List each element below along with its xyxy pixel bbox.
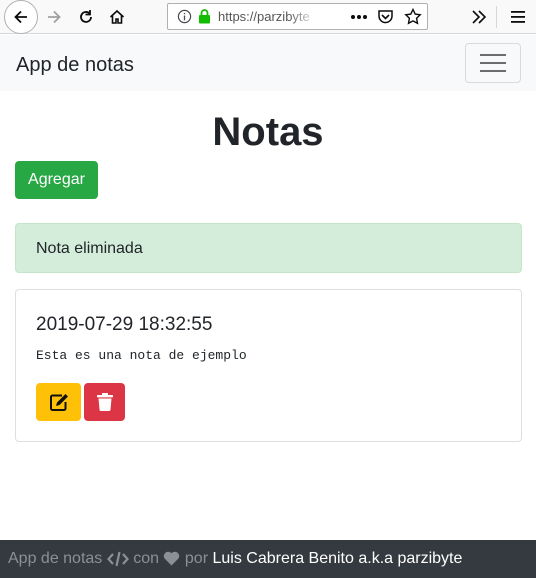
page-title: Notas — [212, 110, 324, 154]
menu-icon — [511, 11, 525, 23]
more-icon[interactable] — [350, 12, 368, 22]
code-icon — [106, 551, 129, 566]
delete-note-button[interactable] — [84, 383, 125, 421]
forward-button[interactable] — [38, 1, 70, 33]
footer-app-name: App de notas — [8, 550, 103, 567]
alert-success: Nota eliminada — [15, 223, 522, 273]
toolbar-divider — [496, 6, 497, 28]
reload-icon — [80, 10, 92, 23]
edit-icon — [49, 394, 68, 411]
navbar-brand[interactable]: App de notas — [16, 54, 134, 77]
browser-toolbar: https://parzibyte — [0, 0, 536, 34]
footer-por: por — [184, 550, 209, 567]
pocket-icon[interactable] — [377, 9, 394, 25]
edit-note-button[interactable] — [36, 383, 81, 421]
bookmark-star-icon[interactable] — [404, 8, 422, 26]
hamburger-icon — [480, 54, 506, 72]
forward-icon — [48, 10, 61, 24]
back-icon — [14, 10, 27, 24]
footer: App de notas con por Luis Cabrera Benito… — [0, 540, 536, 578]
add-note-button[interactable]: Agregar — [15, 161, 98, 199]
info-icon[interactable] — [177, 9, 192, 24]
footer-author-link[interactable]: Luis Cabrera Benito a.k.a parzibyte — [212, 550, 462, 567]
note-body: Esta es una nota de ejemplo — [36, 348, 247, 363]
lock-icon[interactable] — [198, 9, 211, 24]
overflow-icon — [472, 10, 487, 24]
reload-button[interactable] — [70, 1, 102, 33]
note-date: 2019-07-29 18:32:55 — [36, 314, 213, 335]
home-icon — [109, 9, 125, 24]
navbar: App de notas — [0, 35, 536, 91]
back-button[interactable] — [4, 0, 38, 34]
home-button[interactable] — [101, 1, 133, 33]
url-fade — [288, 6, 318, 28]
overflow-button[interactable] — [463, 1, 495, 33]
trash-icon — [96, 393, 113, 411]
note-card: 2019-07-29 18:32:55 Esta es una nota de … — [15, 289, 522, 442]
menu-button[interactable] — [502, 1, 534, 33]
footer-con: con — [133, 550, 159, 567]
heart-icon — [164, 551, 180, 566]
navbar-toggler[interactable] — [465, 43, 521, 83]
url-bar[interactable]: https://parzibyte — [167, 3, 428, 30]
alert-message: Nota eliminada — [36, 240, 143, 257]
